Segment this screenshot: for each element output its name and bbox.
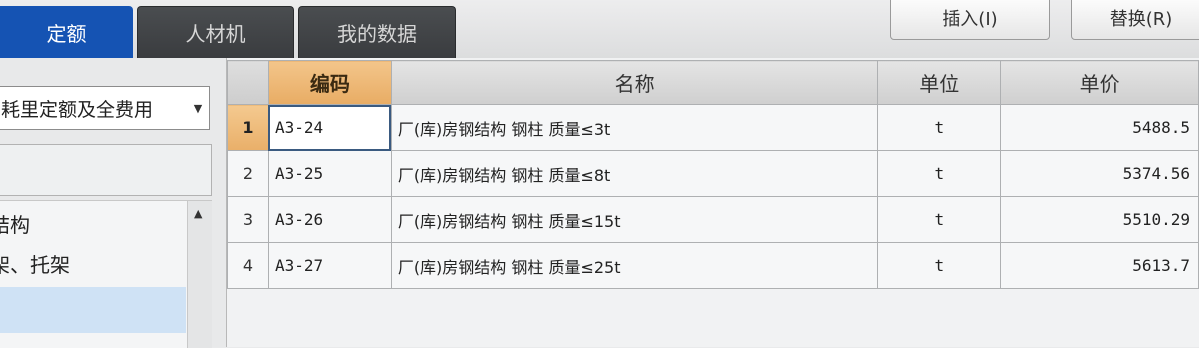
tree-selected-row[interactable]: [0, 287, 186, 333]
table-header-row: 编码 名称 单位 单价: [227, 60, 1199, 105]
cell-price[interactable]: 5510.29: [1000, 196, 1199, 243]
top-tab-bar: 定额 人材机 我的数据 插入(I) 替换(R): [0, 0, 1199, 58]
quota-table: 编码 名称 单位 单价 1 A3-24 厂(库)房钢结构 钢柱 质量≤3t t …: [227, 60, 1199, 289]
dropdown-value: 耗里定额及全费用: [1, 98, 154, 121]
table-row[interactable]: 1 A3-24 厂(库)房钢结构 钢柱 质量≤3t t 5488.5: [227, 104, 1199, 151]
row-number[interactable]: 4: [227, 242, 269, 289]
header-price[interactable]: 单价: [1000, 60, 1199, 105]
table-row[interactable]: 2 A3-25 厂(库)房钢结构 钢柱 质量≤8t t 5374.56: [227, 150, 1199, 197]
row-number[interactable]: 2: [227, 150, 269, 197]
cell-price[interactable]: 5374.56: [1000, 150, 1199, 197]
row-number[interactable]: 3: [227, 196, 269, 243]
tab-labor-material-machine[interactable]: 人材机: [137, 6, 294, 58]
scroll-up-icon[interactable]: ▲: [194, 207, 202, 220]
quota-grid: 编码 名称 单位 单价 1 A3-24 厂(库)房钢结构 钢柱 质量≤3t t …: [227, 58, 1199, 347]
replace-button[interactable]: 替换(R): [1071, 0, 1199, 40]
cell-unit[interactable]: t: [877, 196, 1002, 243]
cell-unit[interactable]: t: [877, 104, 1002, 151]
cell-code[interactable]: A3-27: [267, 242, 392, 289]
header-unit[interactable]: 单位: [877, 60, 1002, 105]
search-input[interactable]: [0, 144, 212, 196]
tab-quota[interactable]: 定额: [0, 6, 133, 58]
cell-code[interactable]: A3-26: [267, 196, 392, 243]
cell-code[interactable]: A3-25: [267, 150, 392, 197]
chapter-tree: 结构 架、托架 ▲: [0, 200, 212, 348]
tree-scrollbar[interactable]: ▲: [187, 201, 212, 348]
cell-unit[interactable]: t: [877, 150, 1002, 197]
cell-price[interactable]: 5488.5: [1000, 104, 1199, 151]
tab-my-data[interactable]: 我的数据: [298, 6, 456, 58]
quota-library-panel: 耗里定额及全费用 ▼ 结构 架、托架 ▲: [0, 58, 227, 348]
table-row[interactable]: 3 A3-26 厂(库)房钢结构 钢柱 质量≤15t t 5510.29: [227, 196, 1199, 243]
table-row[interactable]: 4 A3-27 厂(库)房钢结构 钢柱 质量≤25t t 5613.7: [227, 242, 1199, 289]
cell-name[interactable]: 厂(库)房钢结构 钢柱 质量≤8t: [390, 150, 879, 197]
insert-button[interactable]: 插入(I): [890, 0, 1050, 40]
header-name[interactable]: 名称: [390, 60, 879, 105]
cell-name[interactable]: 厂(库)房钢结构 钢柱 质量≤15t: [390, 196, 879, 243]
row-number[interactable]: 1: [227, 104, 269, 151]
cell-price[interactable]: 5613.7: [1000, 242, 1199, 289]
header-corner: [227, 60, 269, 105]
cell-name[interactable]: 厂(库)房钢结构 钢柱 质量≤25t: [390, 242, 879, 289]
quota-library-dropdown[interactable]: 耗里定额及全费用 ▼: [0, 86, 210, 130]
cell-name[interactable]: 厂(库)房钢结构 钢柱 质量≤3t: [390, 104, 879, 151]
cell-unit[interactable]: t: [877, 242, 1002, 289]
chevron-down-icon[interactable]: ▼: [187, 102, 209, 115]
header-code[interactable]: 编码: [267, 60, 392, 105]
cell-code[interactable]: A3-24: [267, 104, 392, 151]
tree-item[interactable]: 架、托架: [0, 249, 70, 278]
tree-item[interactable]: 结构: [0, 209, 30, 238]
